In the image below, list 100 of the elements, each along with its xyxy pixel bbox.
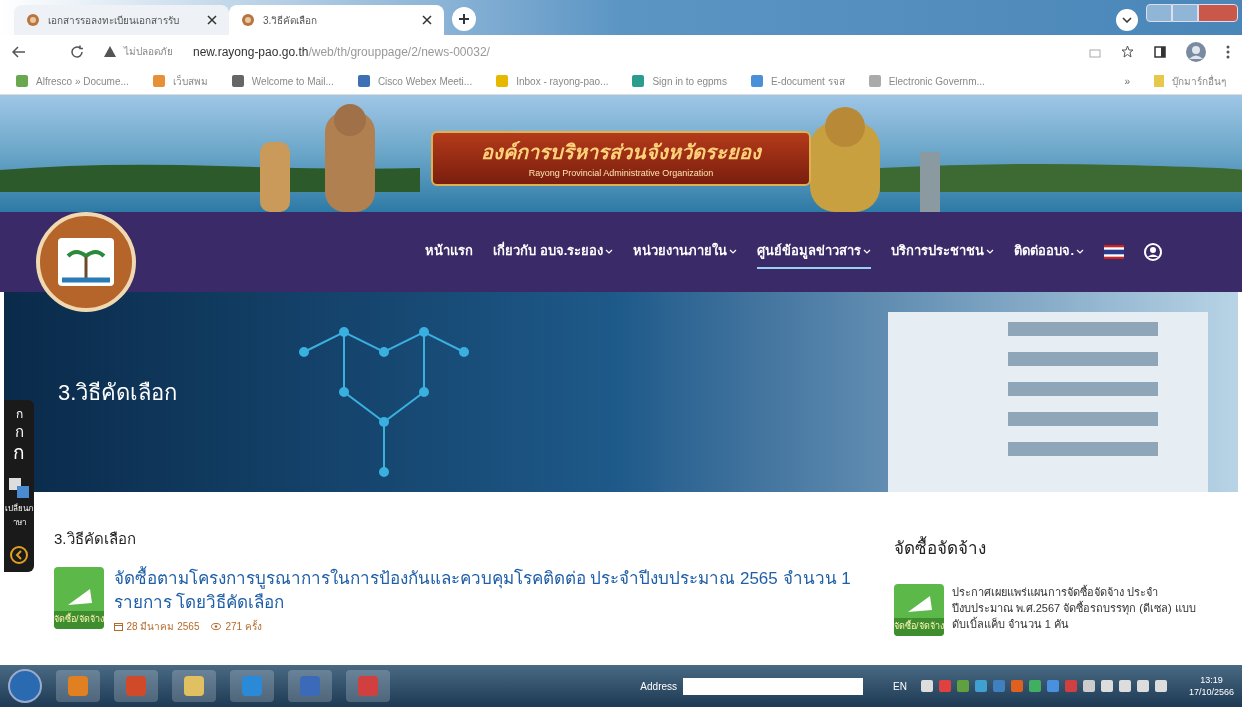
warning-icon <box>104 46 116 57</box>
close-icon <box>422 15 432 25</box>
bookmark[interactable]: E-document รจส <box>750 73 845 89</box>
clock-time: 13:19 <box>1200 674 1223 686</box>
plus-icon <box>458 13 470 25</box>
more-icon <box>1226 44 1230 59</box>
nav-link[interactable]: ติดต่ออบจ. <box>1014 235 1084 269</box>
tray-icon <box>956 680 969 692</box>
back-icon <box>12 45 26 58</box>
app-icon <box>68 676 88 696</box>
eye-icon <box>211 622 222 630</box>
taskbar-app-button[interactable] <box>172 670 216 702</box>
maximize-button[interactable] <box>1172 4 1198 22</box>
tray-icon <box>1118 680 1131 692</box>
user-icon <box>1144 243 1162 261</box>
bookmark[interactable]: Sign in to egpms <box>632 73 727 89</box>
nav-link[interactable]: เกี่ยวกับ อบจ.ระยอง <box>493 235 614 269</box>
taskbar-app-button[interactable] <box>346 670 390 702</box>
other-bookmarks[interactable]: บุ๊กมาร์กอื่นๆ <box>1154 73 1226 89</box>
bookmark-icon <box>750 75 763 87</box>
taskbar-app-button[interactable] <box>288 670 332 702</box>
start-button[interactable] <box>8 669 42 703</box>
bookmark[interactable]: Alfresco » Docume... <box>16 73 129 89</box>
browser-tab[interactable]: เอกสารรอลงทะเบียนเอกสารรับ <box>14 5 229 35</box>
app-icon <box>126 676 146 696</box>
app-icon <box>242 676 262 696</box>
change-language-button[interactable]: เปลี่ยนภาษา <box>5 502 33 530</box>
nav-link[interactable]: ศูนย์ข้อมูลข่าวสาร <box>757 235 872 269</box>
palm-island-icon <box>58 238 114 286</box>
minimize-button[interactable] <box>1146 4 1172 22</box>
bookmark[interactable]: เว็บสพม <box>152 73 208 89</box>
tab-title: 3.วิธีคัดเลือก <box>263 13 319 28</box>
favicon-icon <box>241 13 255 27</box>
profile-avatar-icon <box>1186 41 1206 62</box>
app-icon <box>300 676 320 696</box>
procurement-badge: จัดซื้อ/จัดจ้าง <box>54 566 104 629</box>
chevron-down-icon <box>1122 17 1132 23</box>
close-icon <box>207 15 217 25</box>
procurement-link[interactable]: ประกาศเผยแพร่แผนการจัดซื้อจัดจ้าง ประจำปีงบประมาณ พ.ศ.2567 จัดซื้อรถบรรทุก (ดีเซล) แบบดับเบิ้ลแค็บ จำนวน 1 คัน <box>951 583 1202 636</box>
close-window-button[interactable] <box>1198 4 1238 22</box>
bookmark[interactable]: Inbox - rayong-pao... <box>496 73 609 89</box>
translate-icon <box>9 478 29 498</box>
news-date: 28 มีนาคม 2565 <box>126 619 200 634</box>
bookmark[interactable]: Cisco Webex Meeti... <box>357 73 473 89</box>
bookmark-icon <box>632 75 645 87</box>
app-icon <box>358 676 378 696</box>
tray-icon <box>920 680 933 692</box>
calendar-icon <box>113 621 123 631</box>
nav-link[interactable]: บริการประชาชน <box>891 235 995 269</box>
bookmark-icon <box>16 75 28 87</box>
news-title-link[interactable]: จัดซื้อตามโครงการบูรณาการในการป้องกันและควบคุมโรคติดต่อ ประจำปีงบประมาณ 2565 จำนวน 1 รายการ โดยวิธีคัดเลือก <box>113 566 864 615</box>
taskbar-app-button[interactable] <box>114 670 158 702</box>
bookmark[interactable]: Welcome to Mail... <box>231 73 334 89</box>
folder-icon <box>1154 75 1164 87</box>
more-bookmarks-button[interactable]: » <box>1124 73 1130 89</box>
clock-date: 17/10/2566 <box>1188 686 1234 698</box>
tray-icon <box>1154 680 1167 692</box>
font-size-button[interactable]: ก <box>15 408 23 420</box>
view-count: 271 ครั้ง <box>225 618 262 634</box>
taskbar-app-button[interactable] <box>56 670 100 702</box>
address-field[interactable] <box>683 677 864 695</box>
new-tab-button[interactable] <box>452 7 476 31</box>
nav-link[interactable]: หน้าแรก <box>425 235 474 269</box>
tray-icon <box>992 680 1005 692</box>
thai-flag-icon <box>1104 245 1124 259</box>
bookmark-icon <box>152 75 165 87</box>
favicon-icon <box>26 13 40 27</box>
address-label: Address <box>640 679 678 694</box>
nav-link[interactable]: หน่วยงานภายใน <box>633 235 738 269</box>
language-indicator: EN <box>893 679 907 694</box>
font-size-button[interactable]: ก <box>13 443 25 462</box>
taskbar-app-button[interactable] <box>230 670 274 702</box>
tray-icon <box>1082 680 1095 692</box>
tray-icon <box>1028 680 1041 692</box>
star-icon <box>1121 45 1134 58</box>
bookmark-icon <box>231 75 244 87</box>
font-size-button[interactable]: ก <box>14 424 24 439</box>
bookmark[interactable]: Electronic Governm... <box>868 73 985 89</box>
banner-title: องค์การบริหารส่วนจังหวัดระยอง <box>481 139 761 165</box>
bookmark-icon <box>868 75 881 87</box>
security-label: ไม่ปลอดภัย <box>124 45 173 59</box>
section-title: 3.วิธีคัดเลือก <box>54 529 137 549</box>
reload-icon <box>70 44 84 59</box>
bookmark-icon <box>496 75 509 87</box>
bookmark-icon <box>357 75 370 87</box>
address-bar[interactable]: ไม่ปลอดภัย new.rayong-pao.go.th/web/th/grouppage/2/news-00032/ <box>104 42 1069 61</box>
tray-icon <box>1064 680 1077 692</box>
side-panel-icon <box>1154 45 1166 58</box>
app-icon <box>184 676 204 696</box>
tray-icon <box>1136 680 1149 692</box>
sidebar-title: จัดซื้อจัดจ้าง <box>894 536 1202 562</box>
tab-search-button[interactable] <box>1116 9 1138 31</box>
banner-subtitle: Rayong Provincial Administrative Organization <box>528 166 714 180</box>
tray-icon <box>1046 680 1059 692</box>
tray-icon <box>938 680 951 692</box>
hero-title: 3.วิธีคัดเลือก <box>58 378 178 407</box>
back-circle-icon <box>10 546 28 564</box>
procurement-badge: จัดซื้อ/จัดจ้าง <box>894 583 944 636</box>
browser-tab[interactable]: 3.วิธีคัดเลือก <box>229 5 444 35</box>
tab-title: เอกสารรอลงทะเบียนเอกสารรับ <box>48 13 180 28</box>
